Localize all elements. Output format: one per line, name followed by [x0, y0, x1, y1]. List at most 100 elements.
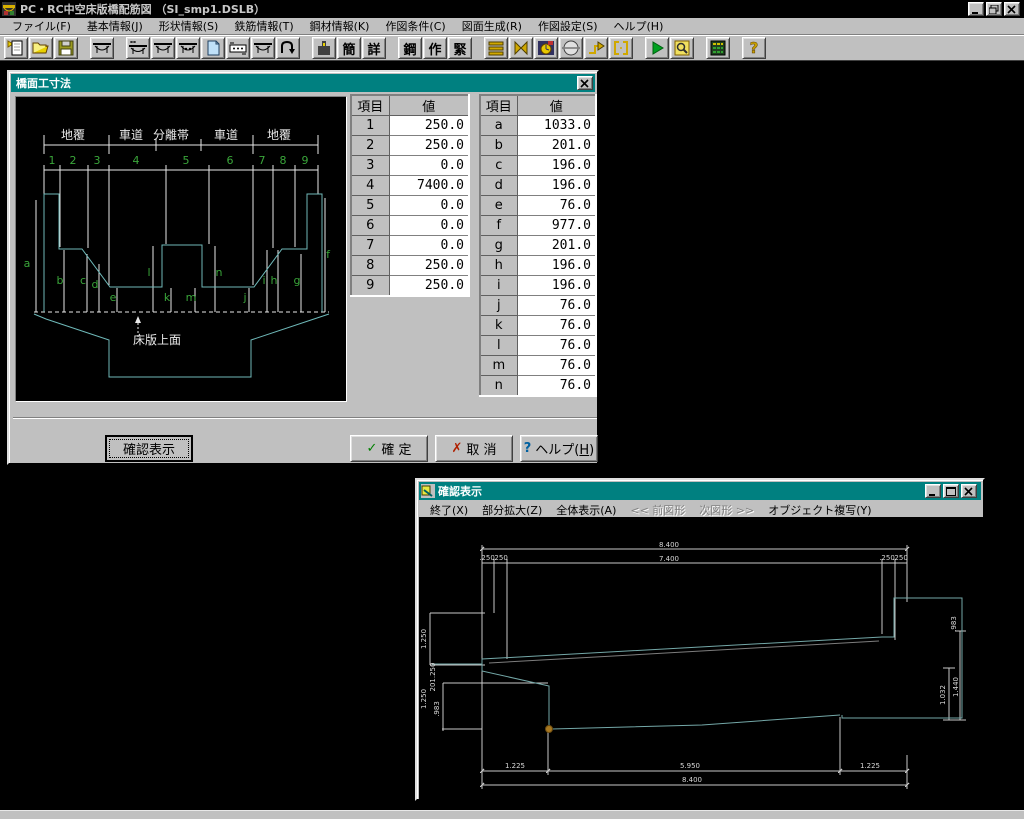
table-row: g201.0 — [480, 236, 596, 256]
value-cell[interactable]: 196.0 — [517, 276, 596, 296]
value-cell[interactable]: 196.0 — [517, 156, 596, 176]
value-cell[interactable]: 250.0 — [389, 136, 469, 156]
brackets-icon[interactable] — [609, 37, 633, 59]
value-cell[interactable]: 0.0 — [389, 156, 469, 176]
value-cell[interactable]: 250.0 — [389, 276, 469, 296]
table-row: b201.0 — [480, 136, 596, 156]
dimension-letter: c — [80, 274, 86, 287]
toolbar-draw-button[interactable]: 作 — [423, 37, 447, 59]
save-icon[interactable] — [54, 37, 78, 59]
table-row: e76.0 — [480, 196, 596, 216]
column-header: 値 — [517, 95, 596, 116]
menu-item[interactable]: 作図設定(S) — [530, 17, 606, 36]
item-cell: i — [480, 276, 517, 296]
viewer-maximize-button[interactable] — [943, 484, 959, 498]
item-cell: 1 — [351, 116, 389, 136]
preview-button[interactable]: 確認表示 — [105, 435, 193, 462]
section-cut-icon[interactable] — [559, 37, 583, 59]
table-row: 70.0 — [351, 236, 469, 256]
viewer-close-button[interactable] — [961, 484, 977, 498]
cross-section-diagram: 地覆車道分離帯車道地覆123456789abcdelkmnjihgf床版上面 — [15, 96, 347, 402]
toolbar-separator — [301, 37, 312, 59]
minimize-button[interactable] — [968, 2, 984, 16]
dialog-separator — [13, 417, 597, 419]
dialog-title: 橋面工寸法 — [16, 75, 577, 91]
item-cell: a — [480, 116, 517, 136]
value-cell[interactable]: 201.0 — [517, 136, 596, 156]
sheet-icon[interactable] — [201, 37, 225, 59]
menu-item[interactable]: 鋼材情報(K) — [302, 17, 378, 36]
rebar-lines-icon[interactable] — [484, 37, 508, 59]
value-cell[interactable]: 0.0 — [389, 236, 469, 256]
menu-item[interactable]: 作図条件(C) — [377, 17, 453, 36]
bridge-section-icon[interactable] — [176, 37, 200, 59]
slab-icon[interactable] — [226, 37, 250, 59]
dim-label: 1.225 — [860, 762, 880, 770]
svg-text:?: ? — [750, 39, 759, 57]
bridge-side-icon[interactable] — [251, 37, 275, 59]
value-cell[interactable]: 977.0 — [517, 216, 596, 236]
menu-item[interactable]: 鉄筋情報(T) — [226, 17, 301, 36]
toolbar-separator — [473, 37, 484, 59]
bridge-dimensions-icon[interactable] — [126, 37, 150, 59]
ok-button[interactable]: ✓ 確 定 — [350, 435, 428, 462]
value-cell[interactable]: 196.0 — [517, 256, 596, 276]
preview-zoom-icon[interactable] — [670, 37, 694, 59]
toolbar-simple-button[interactable]: 簡 — [337, 37, 361, 59]
toolbar-tension-button[interactable]: 緊 — [448, 37, 472, 59]
gauge-icon[interactable] — [534, 37, 558, 59]
bridge-shape-icon[interactable] — [151, 37, 175, 59]
dimension-letter: n — [216, 266, 223, 279]
new-file-icon[interactable] — [4, 37, 28, 59]
item-cell: j — [480, 296, 517, 316]
value-cell[interactable]: 76.0 — [517, 336, 596, 356]
value-cell[interactable]: 0.0 — [389, 196, 469, 216]
dialog-titlebar: 橋面工寸法 — [11, 74, 595, 92]
selection-marker[interactable] — [546, 726, 553, 733]
table-grid-icon[interactable] — [706, 37, 730, 59]
bend-arrow-icon[interactable] — [584, 37, 608, 59]
value-cell[interactable]: 76.0 — [517, 296, 596, 316]
restore-button[interactable] — [986, 2, 1002, 16]
menu-item[interactable]: 基本情報(J) — [79, 17, 151, 36]
help-button[interactable]: ? ヘルプ(H) — [520, 435, 598, 462]
value-cell[interactable]: 76.0 — [517, 376, 596, 396]
value-cell[interactable]: 76.0 — [517, 196, 596, 216]
item-cell: m — [480, 356, 517, 376]
ok-button-label: 確 定 — [381, 439, 411, 458]
value-cell[interactable]: 201.0 — [517, 236, 596, 256]
pier-icon[interactable] — [312, 37, 336, 59]
taskbar-edge[interactable] — [0, 810, 1024, 819]
value-cell[interactable]: 76.0 — [517, 356, 596, 376]
item-cell: b — [480, 136, 517, 156]
help-icon[interactable]: ? — [742, 37, 766, 59]
viewer-minimize-button[interactable] — [925, 484, 941, 498]
menu-item[interactable]: ヘルプ(H) — [606, 17, 672, 36]
cancel-button[interactable]: ✗ 取 消 — [435, 435, 513, 462]
value-cell[interactable]: 1033.0 — [517, 116, 596, 136]
toolbar-detail-button[interactable]: 詳 — [362, 37, 386, 59]
menu-item[interactable]: 形状情報(S) — [151, 17, 227, 36]
menu-item[interactable]: ファイル(F) — [4, 17, 79, 36]
value-cell[interactable]: 250.0 — [389, 256, 469, 276]
dialog-close-button[interactable] — [577, 76, 593, 90]
value-cell[interactable]: 196.0 — [517, 176, 596, 196]
run-icon[interactable] — [645, 37, 669, 59]
value-cell[interactable]: 76.0 — [517, 316, 596, 336]
hook-icon[interactable] — [276, 37, 300, 59]
toolbar-button-label: 鋼 — [403, 39, 416, 58]
open-file-icon[interactable] — [29, 37, 53, 59]
value-cell[interactable]: 7400.0 — [389, 176, 469, 196]
bridge-general-icon[interactable] — [90, 37, 114, 59]
viewer-title: 確認表示 — [438, 483, 925, 499]
value-cell[interactable]: 250.0 — [389, 116, 469, 136]
dimension-letter: h — [271, 274, 278, 287]
table-row: d196.0 — [480, 176, 596, 196]
toolbar-separator — [731, 37, 742, 59]
stirrup-icon[interactable] — [509, 37, 533, 59]
toolbar-separator — [79, 37, 90, 59]
close-button[interactable] — [1004, 2, 1020, 16]
toolbar-steel-button[interactable]: 鋼 — [398, 37, 422, 59]
value-cell[interactable]: 0.0 — [389, 216, 469, 236]
menu-item[interactable]: 図面生成(R) — [454, 17, 530, 36]
